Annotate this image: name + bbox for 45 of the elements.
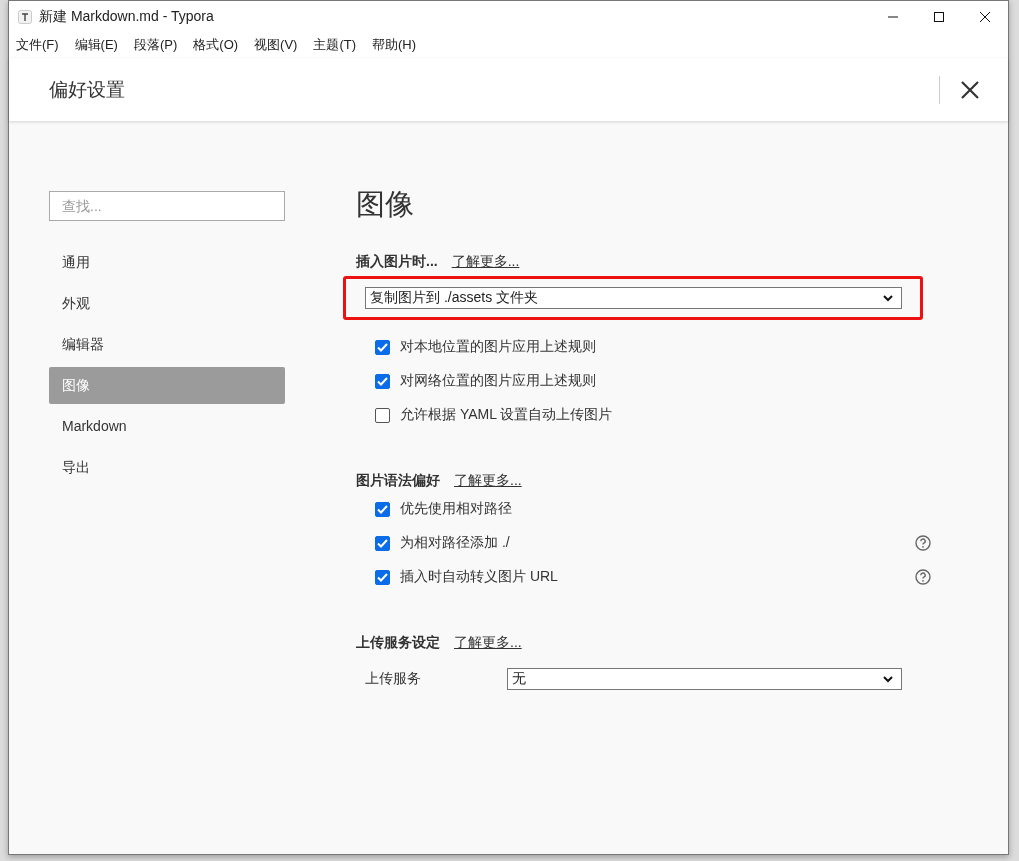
checkbox[interactable] — [375, 407, 390, 423]
maximize-icon[interactable] — [933, 10, 945, 23]
menu-item[interactable]: 文件(F) — [16, 36, 59, 54]
sidebar-item[interactable]: Markdown — [49, 408, 285, 445]
checkbox[interactable] — [375, 535, 390, 551]
menu-item[interactable]: 段落(P) — [133, 36, 178, 54]
close-icon[interactable] — [979, 10, 991, 23]
page-title: 图像 — [356, 187, 415, 222]
menu-item[interactable]: 格式(O) — [193, 36, 239, 54]
menu-item[interactable]: 编辑(E) — [74, 36, 118, 54]
caret-icon — [883, 675, 893, 683]
checkbox-label: 对网络位置的图片应用上述规则 — [400, 372, 596, 390]
learn-more-link[interactable]: 了解更多... — [454, 472, 522, 490]
section-title: 图片语法偏好 — [356, 472, 440, 490]
checkbox-label: 为相对路径添加 ./ — [400, 534, 510, 552]
learn-more-link[interactable]: 了解更多... — [451, 253, 520, 271]
window-title: 新建 Markdown.md - Typora — [39, 7, 214, 26]
dialog-title: 偏好设置 — [49, 77, 125, 102]
caret-icon — [883, 294, 893, 302]
menu-item[interactable]: 视图(V) — [254, 36, 298, 54]
checkbox[interactable] — [375, 339, 390, 355]
field-label: 上传服务 — [365, 670, 422, 688]
section-title: 上传服务设定 — [356, 634, 440, 652]
menu-item[interactable]: 帮助(H) — [372, 36, 417, 54]
checkbox[interactable] — [375, 373, 390, 389]
help-icon[interactable] — [915, 569, 931, 585]
sidebar-item[interactable]: 编辑器 — [49, 326, 285, 363]
sidebar-item[interactable]: 导出 — [49, 449, 285, 486]
sidebar-item[interactable]: 通用 — [49, 244, 285, 281]
checkbox[interactable] — [375, 569, 390, 585]
sidebar-item[interactable]: 外观 — [49, 285, 285, 322]
close-icon[interactable] — [960, 79, 980, 100]
checkbox[interactable] — [375, 501, 390, 517]
dropdown[interactable]: 复制图片到 ./assets 文件夹 — [365, 287, 902, 309]
checkbox-label: 优先使用相对路径 — [400, 500, 512, 518]
menu-item[interactable]: 主题(T) — [313, 36, 357, 54]
app-icon — [18, 9, 32, 24]
learn-more-link[interactable]: 了解更多... — [454, 634, 522, 652]
dropdown[interactable]: 无 — [507, 668, 902, 690]
checkbox-label: 允许根据 YAML 设置自动上传图片 — [400, 406, 613, 424]
checkbox-label: 插入时自动转义图片 URL — [400, 568, 558, 586]
checkbox-label: 对本地位置的图片应用上述规则 — [400, 338, 596, 356]
help-icon[interactable] — [915, 535, 931, 551]
search-field[interactable]: 查找... — [49, 191, 285, 221]
section-title: 插入图片时... — [356, 253, 438, 271]
